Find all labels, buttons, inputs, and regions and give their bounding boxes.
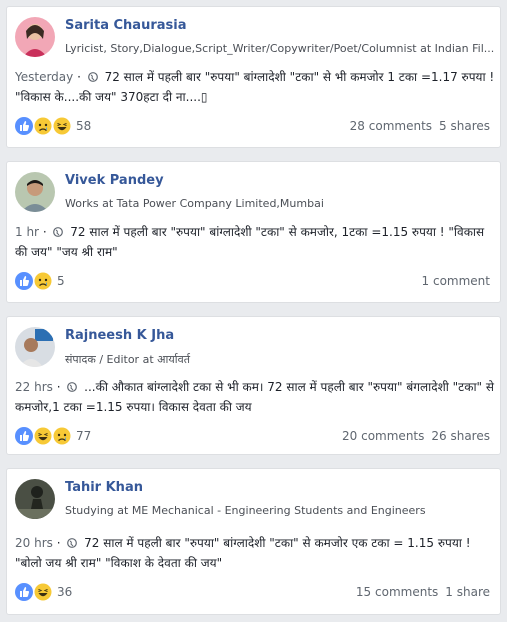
post-card: Sarita Chaurasia Lyricist, Story,Dialogu…	[6, 6, 501, 148]
reaction-summary[interactable]: 5	[15, 271, 65, 291]
haha-reaction-icon	[53, 117, 71, 135]
reaction-summary[interactable]: 36	[15, 582, 72, 602]
shares-link[interactable]: 26 shares	[431, 429, 490, 443]
post-card: Rajneesh K Jha संपादक / Editor at आर्याव…	[6, 316, 501, 455]
globe-icon	[67, 538, 78, 548]
comments-link[interactable]: 15 comments	[356, 585, 438, 599]
post-stats: 1 comment	[422, 274, 490, 288]
avatar[interactable]	[15, 17, 55, 57]
sad-reaction-icon	[34, 272, 52, 290]
like-reaction-icon	[15, 427, 33, 445]
author-headline: Lyricist, Story,Dialogue,Script_Writer/C…	[65, 42, 495, 55]
post-stats: 15 comments 1 share	[356, 585, 490, 599]
globe-icon	[87, 72, 98, 82]
comments-link[interactable]: 20 comments	[342, 429, 424, 443]
post-body: 22 hrs · ...की औकात बांग्लादेशी टका से भ…	[15, 380, 494, 414]
sad-reaction-icon	[34, 117, 52, 135]
comments-link[interactable]: 28 comments	[350, 119, 432, 133]
author-name[interactable]: Sarita Chaurasia	[65, 18, 187, 33]
like-reaction-icon	[15, 117, 33, 135]
globe-icon	[53, 227, 64, 237]
author-name[interactable]: Vivek Pandey	[65, 173, 164, 188]
post-card: Tahir Khan Studying at ME Mechanical - E…	[6, 468, 501, 615]
comments-link[interactable]: 1 comment	[422, 274, 490, 288]
post-stats: 20 comments 26 shares	[342, 429, 490, 443]
post-body: 1 hr · 72 साल में पहली बार "रुपया" बांग्…	[15, 225, 485, 259]
avatar[interactable]	[15, 172, 55, 212]
reaction-summary[interactable]: 58	[15, 116, 91, 136]
haha-reaction-icon	[34, 427, 52, 445]
author-headline: Works at Tata Power Company Limited,Mumb…	[65, 197, 324, 210]
shares-link[interactable]: 5 shares	[439, 119, 490, 133]
author-name[interactable]: Rajneesh K Jha	[65, 328, 174, 343]
like-reaction-icon	[15, 272, 33, 290]
post-time[interactable]: 1 hr	[15, 225, 39, 239]
post-time[interactable]: 22 hrs	[15, 380, 53, 394]
globe-icon	[67, 382, 78, 392]
post-stats: 28 comments 5 shares	[350, 119, 490, 133]
post-text: 72 साल में पहली बार "रुपया" बांग्लादेशी …	[15, 225, 485, 259]
like-reaction-icon	[15, 583, 33, 601]
post-text: 72 साल में पहली बार "रुपया" बांग्लादेशी …	[15, 536, 471, 570]
reaction-summary[interactable]: 77	[15, 426, 91, 446]
reaction-count: 58	[76, 119, 92, 133]
post-time[interactable]: Yesterday	[15, 70, 73, 84]
reaction-count: 36	[57, 585, 73, 599]
post-body: Yesterday · 72 साल में पहली बार "रुपया" …	[15, 70, 495, 104]
haha-reaction-icon	[34, 583, 52, 601]
reaction-count: 77	[76, 429, 92, 443]
sad-reaction-icon	[53, 427, 71, 445]
author-name[interactable]: Tahir Khan	[65, 480, 143, 495]
author-headline: संपादक / Editor at आर्यावर्त	[65, 353, 190, 366]
author-headline: Studying at ME Mechanical - Engineering …	[65, 504, 426, 517]
post-text: ...की औकात बांग्लादेशी टका से भी कम। 72 …	[15, 380, 494, 414]
reaction-count: 5	[57, 274, 65, 288]
avatar[interactable]	[15, 479, 55, 519]
feed: Sarita Chaurasia Lyricist, Story,Dialogu…	[0, 0, 507, 622]
post-time[interactable]: 20 hrs	[15, 536, 53, 550]
avatar[interactable]	[15, 327, 55, 367]
shares-link[interactable]: 1 share	[445, 585, 490, 599]
post-body: 20 hrs · 72 साल में पहली बार "रुपया" बां…	[15, 536, 471, 570]
post-card: Vivek Pandey Works at Tata Power Company…	[6, 161, 501, 303]
